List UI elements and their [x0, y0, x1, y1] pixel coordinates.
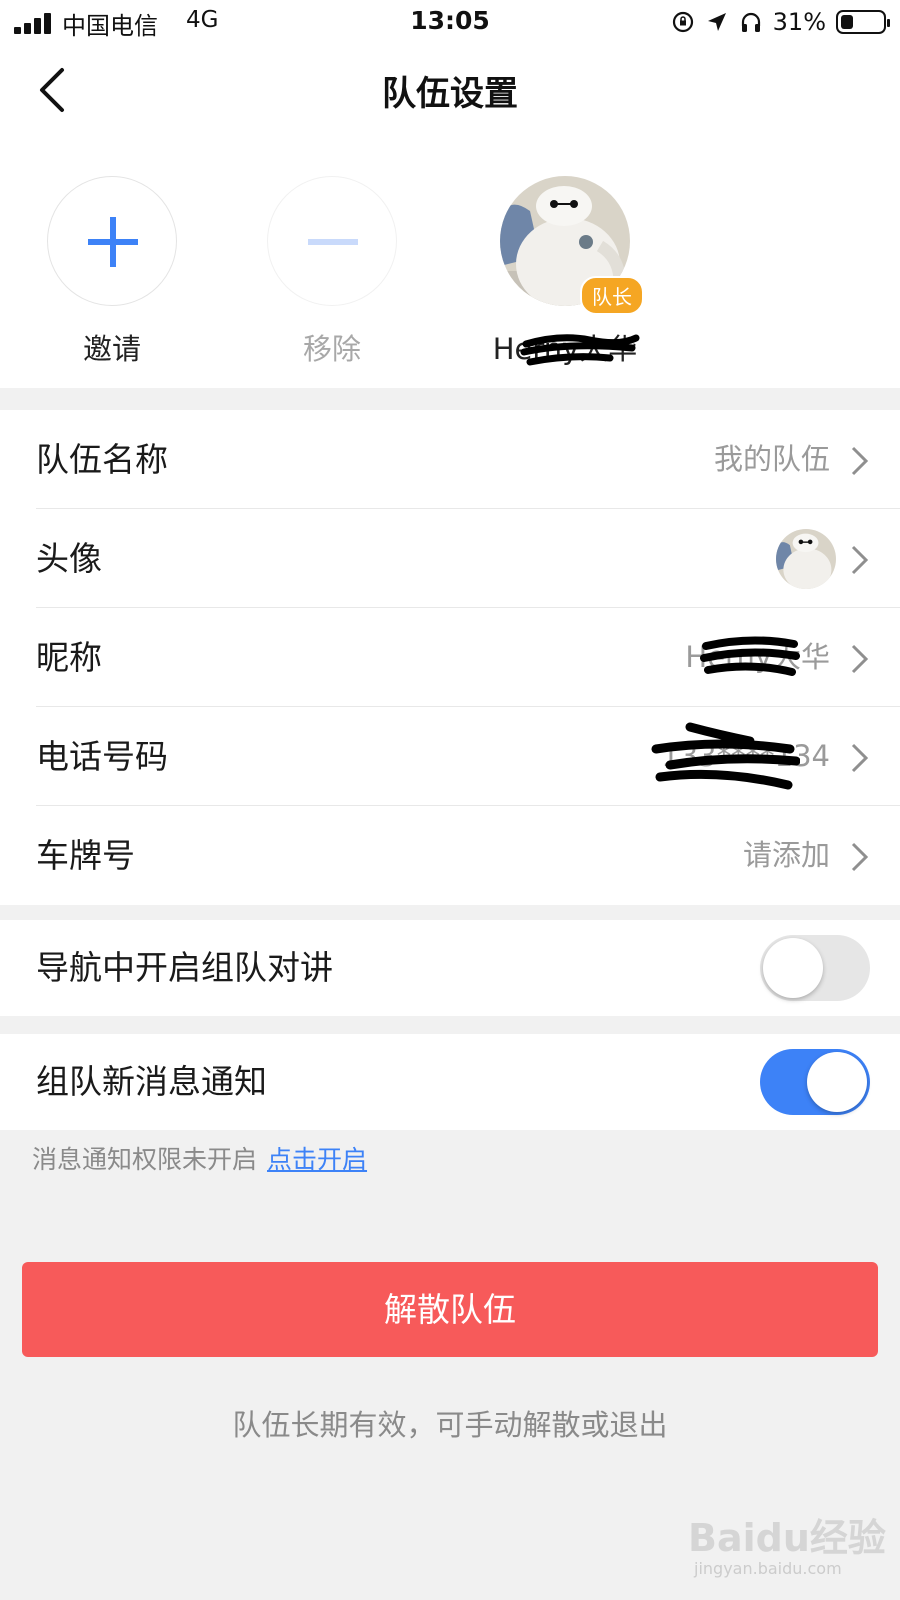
nickname-row[interactable]: 昵称 Herny大华: [0, 608, 900, 707]
disband-team-button[interactable]: 解散队伍: [22, 1262, 878, 1357]
plate-label: 车牌号: [36, 836, 135, 875]
chevron-right-icon: [851, 644, 869, 674]
redaction-scribble: [700, 636, 800, 676]
chevron-right-icon: [851, 446, 869, 476]
minus-icon: [308, 239, 358, 245]
notice-text: 消息通知权限未开启: [32, 1145, 258, 1174]
phone-row[interactable]: 电话号码 133****134: [0, 707, 900, 806]
team-name-row[interactable]: 队伍名称 我的队伍: [0, 410, 900, 509]
notify-label: 组队新消息通知: [36, 1062, 267, 1101]
intercom-row: 导航中开启组队对讲: [0, 920, 900, 1016]
invite-button[interactable]: 邀请: [37, 176, 187, 368]
plate-value: 请添加: [742, 838, 830, 872]
team-name-label: 队伍名称: [36, 440, 168, 479]
leader-badge: 队长: [580, 276, 644, 315]
enable-notification-link[interactable]: 点击开启: [267, 1145, 367, 1174]
chevron-right-icon: [851, 545, 869, 575]
team-name-value: 我的队伍: [713, 442, 830, 476]
avatar-thumbnail: [776, 529, 836, 589]
invite-label: 邀请: [82, 332, 141, 366]
avatar-row[interactable]: 头像: [0, 509, 900, 608]
invite-circle[interactable]: [47, 176, 177, 306]
battery-percent: 31%: [772, 8, 826, 36]
watermark: Baidu经验 jingyan.baidu.com: [688, 1503, 888, 1583]
location-icon: [707, 13, 726, 31]
chevron-right-icon: [851, 743, 869, 773]
notify-group: 组队新消息通知: [0, 1034, 900, 1130]
remove-button[interactable]: 移除: [257, 176, 407, 368]
notification-permission-notice: 消息通知权限未开启 点击开启: [32, 1140, 367, 1176]
watermark-brand: Baidu经验: [688, 1516, 886, 1560]
remove-circle[interactable]: [267, 176, 397, 306]
redaction-scribble: [520, 334, 640, 366]
phone-label: 电话号码: [36, 737, 168, 776]
intercom-group: 导航中开启组队对讲: [0, 920, 900, 1016]
plus-icon: [88, 217, 138, 267]
nickname-label: 昵称: [36, 638, 102, 677]
avatar-label: 头像: [36, 539, 102, 578]
watermark-url: jingyan.baidu.com: [694, 1559, 842, 1578]
notify-toggle[interactable]: [760, 1049, 870, 1115]
page-title: 队伍设置: [382, 74, 518, 114]
redaction-scribble: [651, 722, 800, 790]
plate-row[interactable]: 车牌号 请添加: [0, 806, 900, 905]
battery-level: [841, 15, 853, 29]
status-bar: 中国电信 4G 13:05 31%: [0, 0, 900, 44]
chevron-right-icon: [851, 842, 869, 872]
remove-label: 移除: [302, 332, 361, 366]
battery-icon: [836, 10, 890, 34]
footer-note: 队伍长期有效，可手动解散或退出: [232, 1408, 668, 1442]
settings-group: 队伍名称 我的队伍 头像 昵称 Herny大华 电话号码 133****134 …: [0, 410, 900, 905]
orientation-lock-icon: [672, 11, 693, 33]
notify-row: 组队新消息通知: [0, 1034, 900, 1130]
intercom-label: 导航中开启组队对讲: [36, 948, 333, 987]
headphones-icon: [741, 12, 760, 32]
intercom-toggle[interactable]: [760, 935, 870, 1001]
